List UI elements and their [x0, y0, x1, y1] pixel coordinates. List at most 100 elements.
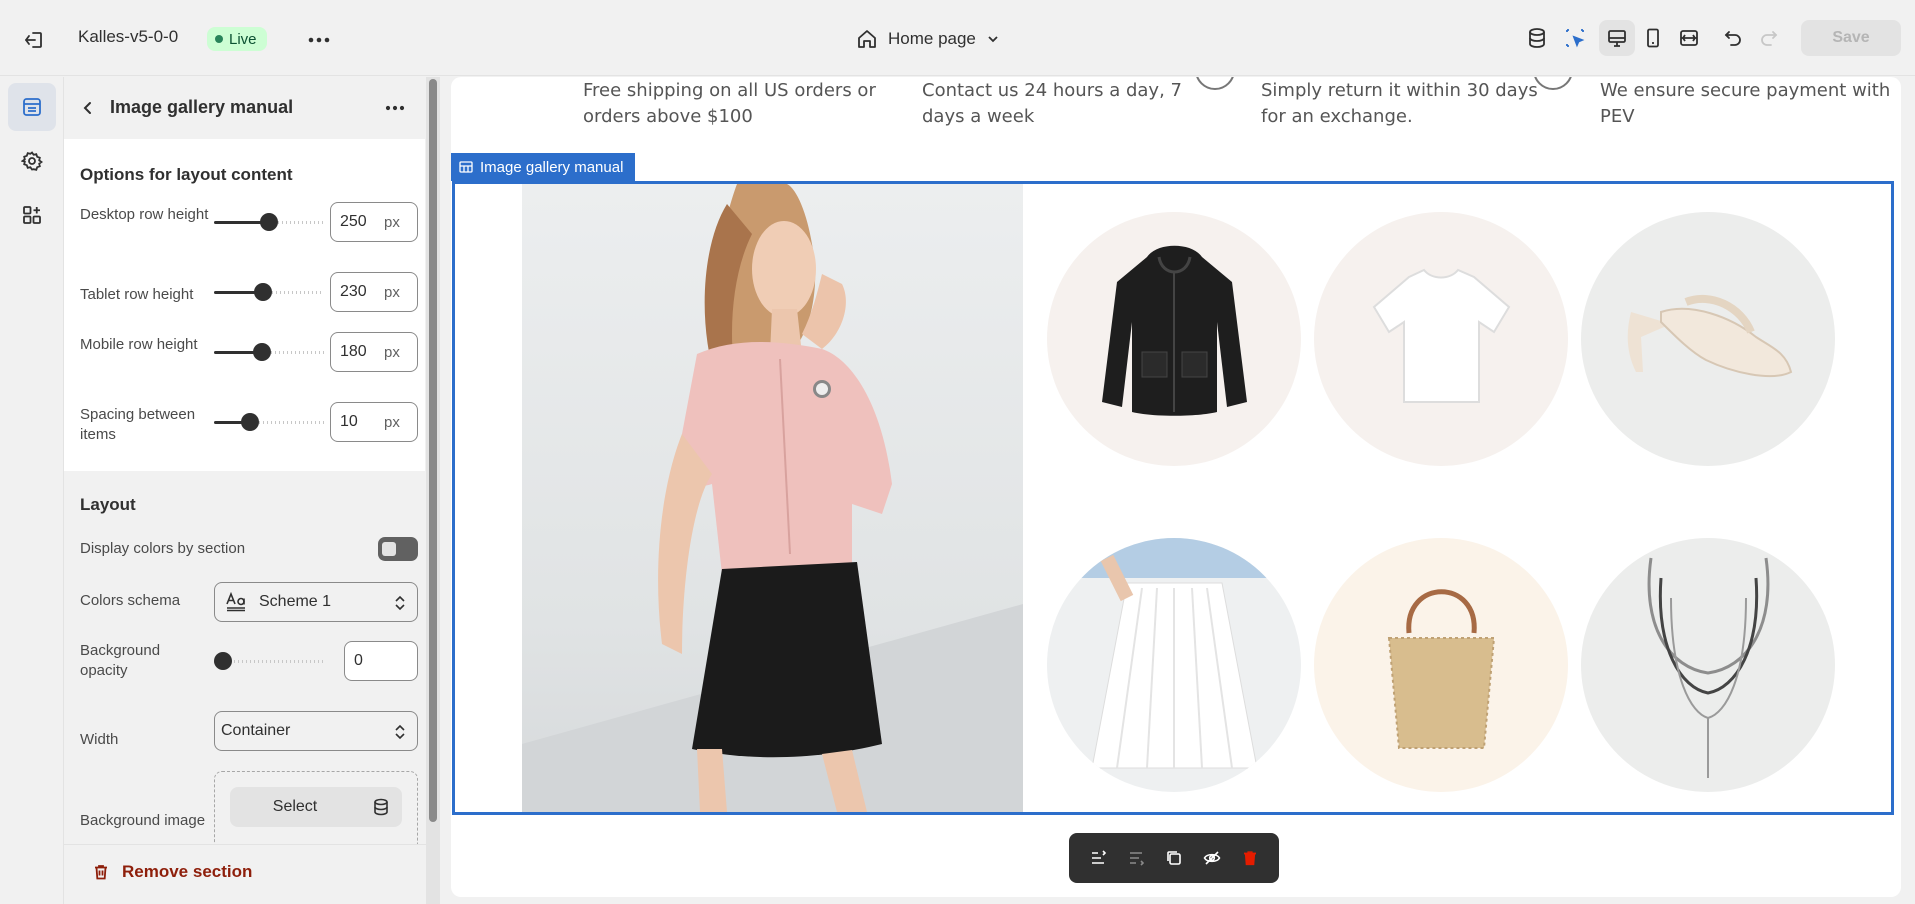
colors-schema-label: Colors schema — [80, 592, 181, 609]
background-image-label: Background image — [80, 812, 206, 829]
width-select[interactable]: Container — [214, 711, 418, 751]
product-necklace-image[interactable] — [1581, 538, 1835, 792]
eye-off-icon — [1203, 851, 1221, 865]
select-caret-icon — [395, 724, 405, 740]
status-badge: Live — [207, 27, 267, 51]
model-illustration — [522, 184, 1023, 812]
gallery-icon — [459, 161, 473, 173]
move-down-button[interactable] — [1120, 842, 1152, 874]
desktop-view-button[interactable] — [1599, 20, 1635, 56]
usp-returns: Simply return it within 30 days for an e… — [1261, 80, 1538, 127]
select-label: Select — [272, 798, 318, 815]
slider-thumb[interactable] — [253, 343, 271, 361]
width-label: Width — [80, 731, 119, 748]
background-image-picker: Select — [214, 771, 418, 851]
live-dot — [215, 35, 223, 43]
slider-thumb[interactable] — [260, 213, 278, 231]
product-heeled-sandal-image[interactable] — [1581, 212, 1835, 466]
display-colors-toggle[interactable] — [378, 537, 418, 561]
mobile-row-height-label: Mobile row height — [80, 336, 198, 353]
product-jacket-image[interactable] — [1047, 212, 1301, 466]
desktop-icon — [1608, 30, 1626, 47]
page-selector[interactable]: Home page — [856, 22, 1000, 56]
toolbar-right: Save — [1519, 20, 1915, 56]
input-value: 180 — [340, 343, 367, 360]
product-tote-bag-image[interactable] — [1314, 538, 1568, 792]
undo-icon — [1724, 31, 1741, 46]
trash-icon — [1244, 851, 1256, 866]
back-button[interactable] — [74, 94, 102, 122]
exit-button[interactable] — [18, 24, 50, 56]
save-button[interactable]: Save — [1801, 20, 1901, 56]
left-rail — [0, 77, 64, 904]
background-opacity-slider[interactable] — [214, 651, 324, 671]
section-settings-panel: Image gallery manual Options for layout … — [64, 77, 440, 904]
status-label: Live — [229, 30, 257, 48]
remove-section-button[interactable]: Remove section — [92, 862, 252, 882]
panel-title: Image gallery manual — [110, 97, 294, 117]
section-floating-toolbar — [1069, 833, 1279, 883]
section-label-tab[interactable]: Image gallery manual — [451, 153, 636, 181]
move-down-icon — [1130, 852, 1145, 866]
expand-icon — [1680, 30, 1698, 46]
section-more-button[interactable] — [380, 93, 410, 123]
tablet-row-height-input[interactable]: 230 px — [330, 272, 418, 312]
usp-payment: We ensure secure payment with PEV — [1600, 80, 1891, 127]
sections-tab[interactable] — [8, 83, 56, 131]
spacing-input[interactable]: 10 px — [330, 402, 418, 442]
apps-tab[interactable] — [8, 191, 56, 239]
select-caret-icon — [395, 595, 405, 611]
move-up-icon — [1092, 850, 1107, 864]
desktop-row-height-input[interactable]: 250 px — [330, 202, 418, 242]
slider-thumb[interactable] — [241, 413, 259, 431]
unit-label: px — [384, 413, 400, 431]
tablet-row-height-slider[interactable] — [214, 282, 324, 302]
unit-label: px — [384, 213, 400, 231]
mobile-view-button[interactable] — [1635, 20, 1671, 56]
database-icon-wrap — [360, 798, 402, 816]
slider-thumb[interactable] — [214, 652, 232, 670]
input-value: 0 — [354, 652, 363, 669]
page-selector-label: Home page — [888, 29, 976, 48]
width-value: Container — [221, 722, 291, 739]
theme-settings-tab[interactable] — [8, 137, 56, 185]
panel-scrollbar[interactable] — [426, 77, 440, 904]
panel-header: Image gallery manual — [64, 77, 424, 137]
hero-model-image[interactable] — [522, 184, 1023, 812]
unit-label: px — [384, 283, 400, 301]
desktop-row-height-slider[interactable] — [214, 212, 324, 232]
display-colors-label: Display colors by section — [80, 540, 246, 557]
move-up-button[interactable] — [1082, 842, 1114, 874]
mobile-row-height-slider[interactable] — [214, 342, 324, 362]
more-actions-button[interactable] — [303, 24, 335, 56]
database-button[interactable] — [1519, 20, 1555, 56]
trash-icon — [95, 865, 107, 880]
select-cursor-icon — [1566, 29, 1585, 48]
full-width-button[interactable] — [1671, 20, 1707, 56]
layout-content-options: Options for layout content Desktop row h… — [64, 139, 425, 471]
desktop-row-height-label: Desktop row height — [80, 206, 209, 223]
inspector-button[interactable] — [1557, 20, 1593, 56]
store-name: Kalles-v5-0-0 — [78, 27, 179, 46]
spacing-slider[interactable] — [214, 412, 324, 432]
undo-button[interactable] — [1715, 20, 1751, 56]
redo-icon — [1761, 31, 1778, 46]
background-opacity-input[interactable]: 0 — [344, 641, 418, 681]
necklace-illustration — [1647, 557, 1770, 778]
tablet-row-height-label: Tablet row height — [80, 286, 194, 303]
hide-button[interactable] — [1196, 842, 1228, 874]
delete-button[interactable] — [1234, 842, 1266, 874]
input-value: 230 — [340, 283, 367, 300]
redo-button[interactable] — [1751, 20, 1787, 56]
scrollbar-thumb[interactable] — [429, 79, 437, 822]
duplicate-button[interactable] — [1158, 842, 1190, 874]
remove-section-label: Remove section — [122, 862, 253, 881]
colors-schema-select[interactable]: Scheme 1 — [214, 582, 418, 622]
product-skirt-image[interactable] — [1047, 538, 1301, 792]
mobile-row-height-input[interactable]: 180 px — [330, 332, 418, 372]
product-tshirt-image[interactable] — [1314, 212, 1568, 466]
background-image-select-button[interactable]: Select — [230, 787, 402, 827]
ellipsis-icon — [308, 37, 330, 43]
duplicate-icon — [1167, 851, 1181, 865]
slider-thumb[interactable] — [254, 283, 272, 301]
